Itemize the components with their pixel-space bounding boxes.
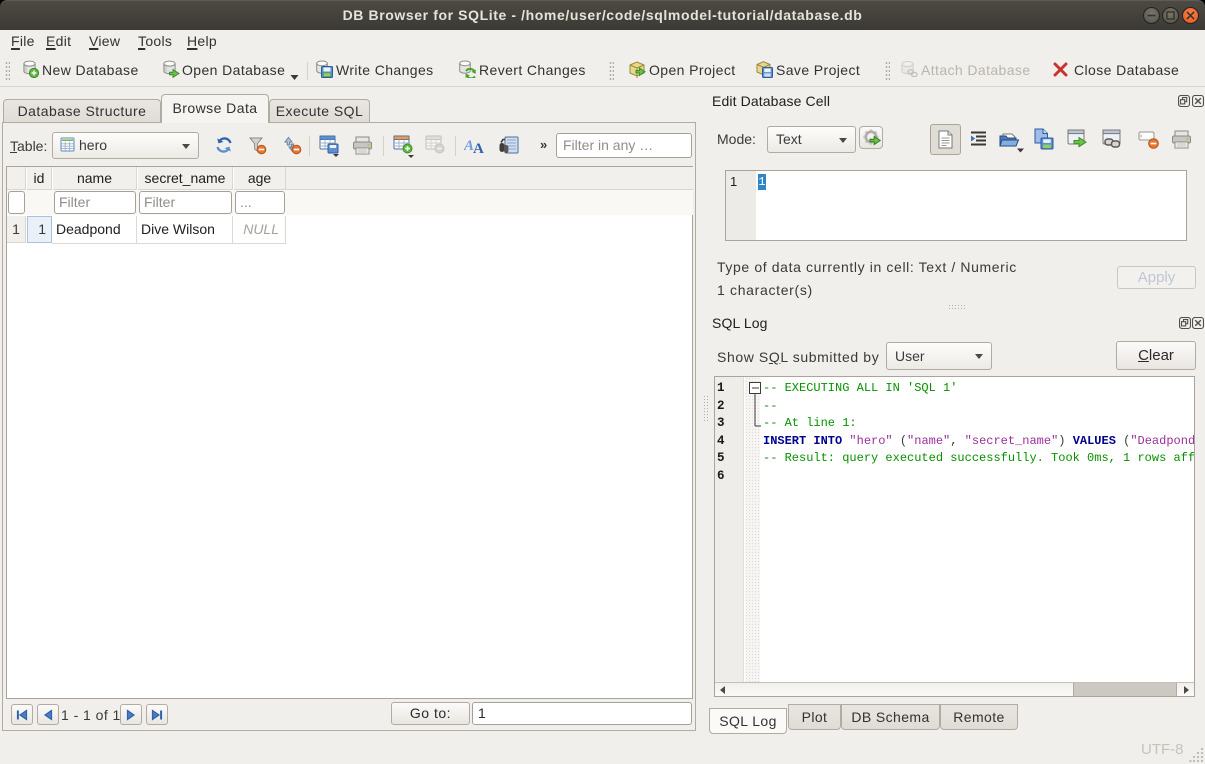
svg-text:A: A	[473, 141, 484, 155]
